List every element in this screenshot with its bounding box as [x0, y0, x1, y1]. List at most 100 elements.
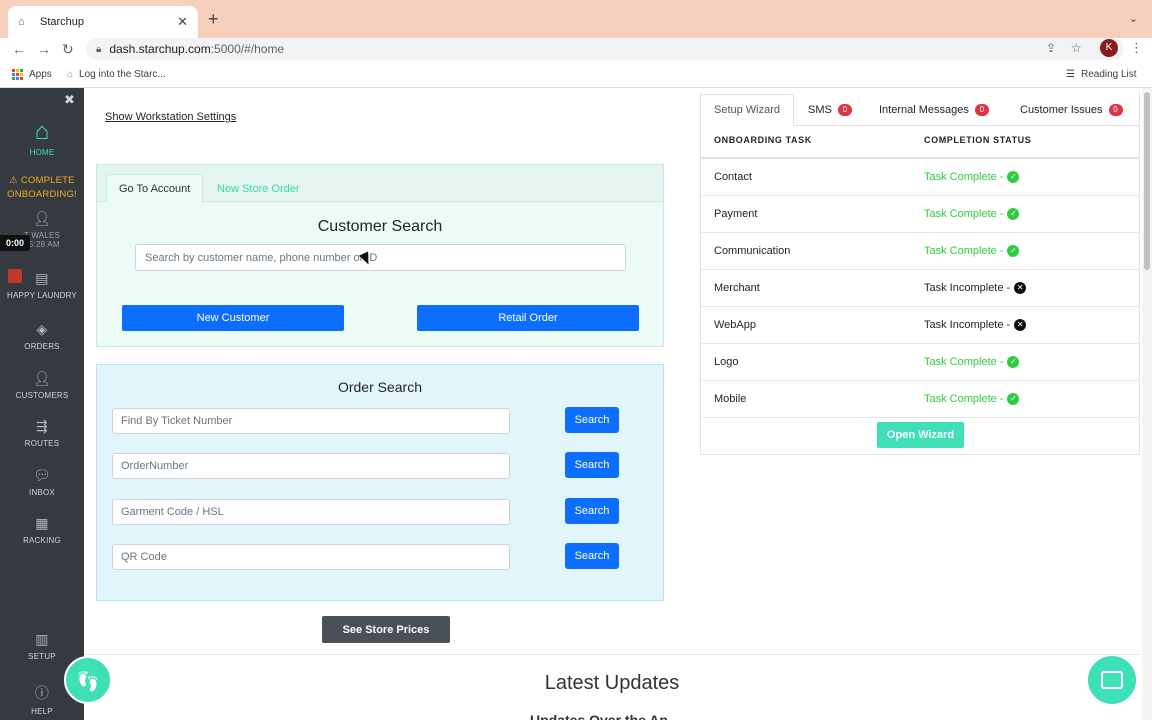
tab-close-icon[interactable]: ✕: [177, 14, 188, 30]
table-row: Communication Task Complete - ✓: [701, 233, 1139, 270]
browser-tab-bar: ⌂ Starchup ✕ + ⌄: [0, 0, 1152, 38]
sidebar-item-label: HAPPY LAUNDRY: [7, 291, 77, 300]
apps-grid-icon: [12, 69, 23, 80]
onboarding-line-2: ONBOARDING!: [7, 189, 77, 200]
check-circle-icon: ✓: [1007, 208, 1020, 220]
reload-icon[interactable]: ↻: [62, 40, 74, 58]
chat-icon: [1101, 671, 1123, 689]
tab-sms[interactable]: SMS 0: [808, 94, 852, 126]
status-text: Task Complete -: [924, 208, 1004, 220]
reading-list[interactable]: ☰ Reading List: [1066, 69, 1137, 80]
forward-icon[interactable]: →: [37, 40, 51, 58]
search-qr-code-button[interactable]: Search: [565, 543, 619, 569]
garment-code-input[interactable]: [112, 499, 510, 525]
share-icon[interactable]: ⇪: [1046, 41, 1056, 55]
qr-code-input[interactable]: [112, 544, 510, 570]
tab-label: Internal Messages: [879, 104, 969, 116]
back-icon[interactable]: ←: [12, 40, 26, 58]
tab-go-to-account[interactable]: Go To Account: [106, 174, 204, 203]
search-garment-code-button[interactable]: Search: [565, 498, 619, 524]
reading-list-icon: ☰: [1066, 69, 1075, 80]
sidebar-item-customers[interactable]: 👤︎ CUSTOMERS: [0, 370, 84, 400]
retail-order-button[interactable]: Retail Order: [417, 305, 639, 331]
browser-toolbar: ← → ↻ 🔒︎ dash.starchup.com:5000/#/home ⇪…: [0, 38, 1152, 62]
customer-search-title: Customer Search: [317, 218, 443, 235]
layers-icon: ◈: [36, 321, 48, 337]
rack-icon: ▦: [35, 515, 49, 531]
task-name: Merchant: [714, 282, 760, 294]
store-icon: ▤: [35, 270, 49, 286]
sidebar-item-routes[interactable]: ⇶ ROUTES: [0, 418, 84, 448]
url-host: dash.starchup.com: [109, 42, 211, 56]
ticket-number-input[interactable]: [112, 408, 510, 434]
see-store-prices-button[interactable]: See Store Prices: [322, 616, 450, 643]
onboarding-line-1: ⚠ COMPLETE: [9, 175, 75, 186]
bookmark-label: Log into the Starc...: [79, 69, 166, 80]
customer-search-input[interactable]: [135, 244, 626, 271]
browser-menu-icon[interactable]: ⋮: [1130, 40, 1143, 56]
bar-chart-icon: ▥: [35, 631, 49, 647]
check-circle-icon: ✓: [1007, 356, 1020, 368]
bookmark-apps[interactable]: Apps: [12, 69, 52, 80]
sidebar-item-orders[interactable]: ◈ ORDERS: [0, 321, 84, 351]
chat-bubble-icon: 💬︎: [33, 467, 51, 483]
tab-internal-messages[interactable]: Internal Messages 0: [879, 94, 989, 126]
sidebar-item-home[interactable]: ⌂ HOME: [0, 118, 84, 157]
sidebar-item-label: HOME: [29, 148, 55, 157]
sidebar-item-label: CUSTOMERS: [15, 391, 69, 400]
search-order-number-button[interactable]: Search: [565, 452, 619, 478]
sidebar-item-inbox[interactable]: 💬︎ INBOX: [0, 467, 84, 497]
show-workstation-settings-link[interactable]: Show Workstation Settings: [105, 111, 236, 123]
column-header-task: ONBOARDING TASK: [714, 135, 812, 145]
sidebar-item-racking[interactable]: ▦ RACKING: [0, 515, 84, 545]
sidebar-item-store[interactable]: ▤ HAPPY LAUNDRY: [0, 270, 84, 300]
signpost-icon: ⇶: [36, 418, 48, 434]
table-row: Payment Task Complete - ✓: [701, 196, 1139, 233]
customer-issues-count-badge: 0: [1108, 104, 1123, 116]
section-divider: [84, 654, 1140, 655]
recording-timer: 0:00: [0, 235, 30, 251]
tab-new-store-order[interactable]: New Store Order: [205, 174, 312, 203]
tab-customer-issues[interactable]: Customer Issues 0: [1020, 94, 1123, 126]
bookmark-starchup-login[interactable]: ⌂ Log into the Starc...: [67, 69, 166, 80]
sidebar-item-label: INBOX: [29, 488, 55, 497]
search-ticket-button[interactable]: Search: [565, 407, 619, 433]
task-status: Task Complete - ✓: [924, 393, 1020, 405]
bookmark-star-icon[interactable]: ☆: [1071, 41, 1082, 55]
task-name: Payment: [714, 208, 758, 220]
order-number-input[interactable]: [112, 453, 510, 479]
status-text: Task Complete -: [924, 356, 1004, 368]
table-row: Logo Task Complete - ✓: [701, 344, 1139, 381]
tab-search-chevron-icon[interactable]: ⌄: [1129, 12, 1138, 25]
x-circle-icon: ✕: [1014, 282, 1027, 294]
task-name: Logo: [714, 356, 739, 368]
status-text: Task Incomplete -: [924, 319, 1011, 331]
sidebar-item-setup[interactable]: ▥ SETUP: [0, 631, 84, 661]
sidebar-close-icon[interactable]: ✖: [64, 92, 75, 108]
tab-label: Setup Wizard: [714, 104, 781, 116]
user-icon: 👤︎: [33, 370, 51, 386]
new-customer-button[interactable]: New Customer: [122, 305, 344, 331]
sidebar-item-label: ORDERS: [24, 342, 60, 351]
task-name: WebApp: [714, 319, 756, 331]
table-row: WebApp Task Incomplete - ✕: [701, 307, 1139, 344]
internal-messages-count-badge: 0: [974, 104, 989, 116]
address-bar[interactable]: 🔒︎ dash.starchup.com:5000/#/home: [86, 38, 1124, 60]
new-tab-button[interactable]: +: [208, 10, 219, 28]
tab-setup-wizard[interactable]: Setup Wizard: [700, 94, 795, 126]
browser-tab[interactable]: ⌂ Starchup ✕: [8, 6, 198, 38]
task-status: Task Complete - ✓: [924, 356, 1020, 368]
profile-avatar[interactable]: K: [1100, 39, 1118, 57]
scrollbar-thumb[interactable]: [1144, 92, 1150, 270]
tab-label: SMS: [808, 104, 832, 116]
task-status: Task Incomplete - ✕: [924, 282, 1027, 294]
chat-launcher-button[interactable]: [1088, 656, 1136, 704]
complete-onboarding-alert[interactable]: ⚠ COMPLETE ONBOARDING!: [0, 174, 84, 202]
page-scrollbar[interactable]: [1142, 88, 1152, 720]
tab-title: Starchup: [40, 16, 85, 28]
open-wizard-button[interactable]: Open Wizard: [877, 422, 964, 448]
sidebar-item-label: HELP: [31, 707, 53, 716]
bookmarks-bar: Apps ⌂ Log into the Starc... ☰ Reading L…: [0, 62, 1152, 88]
order-search-card: Order Search Search Search Search Search: [96, 364, 664, 601]
url-path: :5000/#/home: [210, 42, 285, 56]
